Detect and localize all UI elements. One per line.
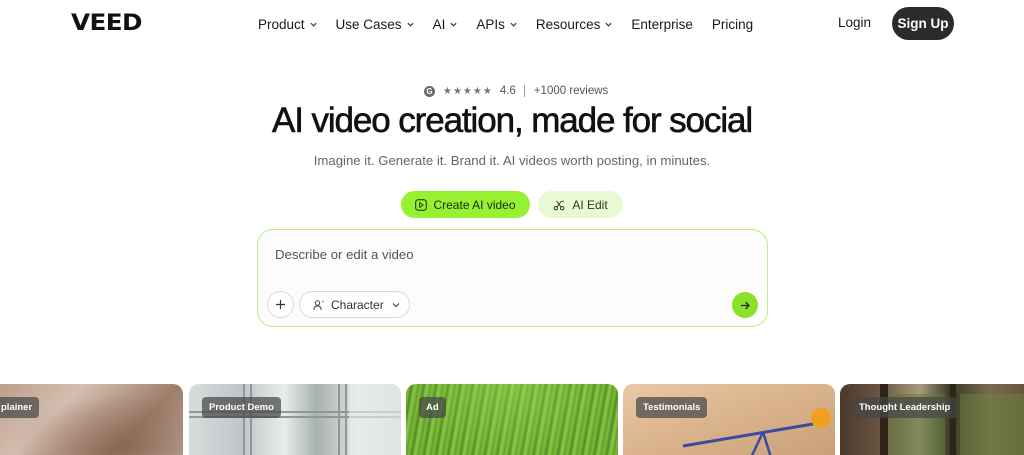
page-headline: AI video creation, made for social xyxy=(271,101,754,141)
menu-item-label: Use Cases xyxy=(335,16,402,32)
ai-edit-button[interactable]: AI Edit xyxy=(538,191,623,218)
menu-item-use-cases[interactable]: Use Cases xyxy=(336,15,414,33)
chevron-down-icon xyxy=(510,21,517,28)
star-rating: ★★★★★ xyxy=(443,85,493,97)
veed-logo[interactable]: VEED xyxy=(71,11,143,36)
card-image xyxy=(840,384,1024,455)
card-tag: plainer xyxy=(0,397,40,418)
user-sparkle-icon xyxy=(313,299,325,311)
rating-score: 4.6 xyxy=(499,85,516,97)
card-image xyxy=(189,384,401,455)
page-subheadline: Imagine it. Generate it. Brand it. AI vi… xyxy=(313,153,711,168)
ai-edit-label: AI Edit xyxy=(572,197,608,212)
chevron-down-icon xyxy=(392,301,400,308)
rating-row: G ★★★★★ 4.6 +1000 reviews xyxy=(424,84,608,98)
menu-item-ai[interactable]: AI xyxy=(433,15,458,33)
plus-icon xyxy=(275,299,286,310)
menu-item-enterprise[interactable]: Enterprise xyxy=(631,15,693,33)
menu-item-resources[interactable]: Resources xyxy=(536,15,613,33)
logo-text: VEED xyxy=(71,10,143,36)
review-count: +1000 reviews xyxy=(533,85,609,97)
menu-item-label: Pricing xyxy=(711,16,754,32)
main-menu: Product Use Cases AI APIs Resources Ente… xyxy=(258,15,772,33)
play-square-icon xyxy=(415,198,428,211)
menu-item-label: APIs xyxy=(476,16,505,32)
add-attachment-button[interactable] xyxy=(267,291,294,318)
menu-item-apis[interactable]: APIs xyxy=(476,15,517,33)
template-card-testimonials[interactable]: Testimonials xyxy=(623,384,835,455)
divider xyxy=(523,85,525,97)
card-tag: Testimonials xyxy=(636,397,708,418)
google-g-icon: G xyxy=(424,85,435,97)
menu-item-label: Enterprise xyxy=(631,16,693,32)
prompt-box: Character xyxy=(257,229,768,327)
character-label: Character xyxy=(331,297,384,312)
card-image xyxy=(0,384,183,455)
create-ai-video-button[interactable]: Create AI video xyxy=(401,191,530,218)
create-ai-video-label: Create AI video xyxy=(433,197,516,212)
scissors-sparkle-icon xyxy=(553,199,565,211)
card-tag: Thought Leadership xyxy=(852,397,958,418)
arrow-right-icon xyxy=(740,300,751,311)
login-link[interactable]: Login xyxy=(838,15,871,30)
template-card-ad[interactable]: Ad xyxy=(406,384,618,455)
menu-item-pricing[interactable]: Pricing xyxy=(712,15,753,33)
menu-item-label: Product xyxy=(258,16,305,32)
chevron-down-icon xyxy=(605,21,612,28)
chevron-down-icon xyxy=(407,21,414,28)
chevron-down-icon xyxy=(450,21,457,28)
signup-button[interactable]: Sign Up xyxy=(892,7,954,40)
menu-item-product[interactable]: Product xyxy=(258,15,317,33)
chevron-down-icon xyxy=(310,21,317,28)
menu-item-label: Resources xyxy=(535,16,601,32)
menu-item-label: AI xyxy=(432,16,446,32)
top-nav: VEED Product Use Cases AI APIs Resources… xyxy=(0,0,1024,48)
character-dropdown[interactable]: Character xyxy=(299,291,410,318)
card-tag: Ad xyxy=(419,397,446,418)
submit-prompt-button[interactable] xyxy=(732,292,758,318)
template-card-explainer[interactable]: plainer xyxy=(0,384,183,455)
prompt-input[interactable] xyxy=(275,247,745,262)
template-card-product-demo[interactable]: Product Demo xyxy=(189,384,401,455)
card-tag: Product Demo xyxy=(202,397,281,418)
template-card-thought-leadership[interactable]: Thought Leadership xyxy=(840,384,1024,455)
card-image xyxy=(623,384,835,455)
card-image xyxy=(406,384,618,455)
